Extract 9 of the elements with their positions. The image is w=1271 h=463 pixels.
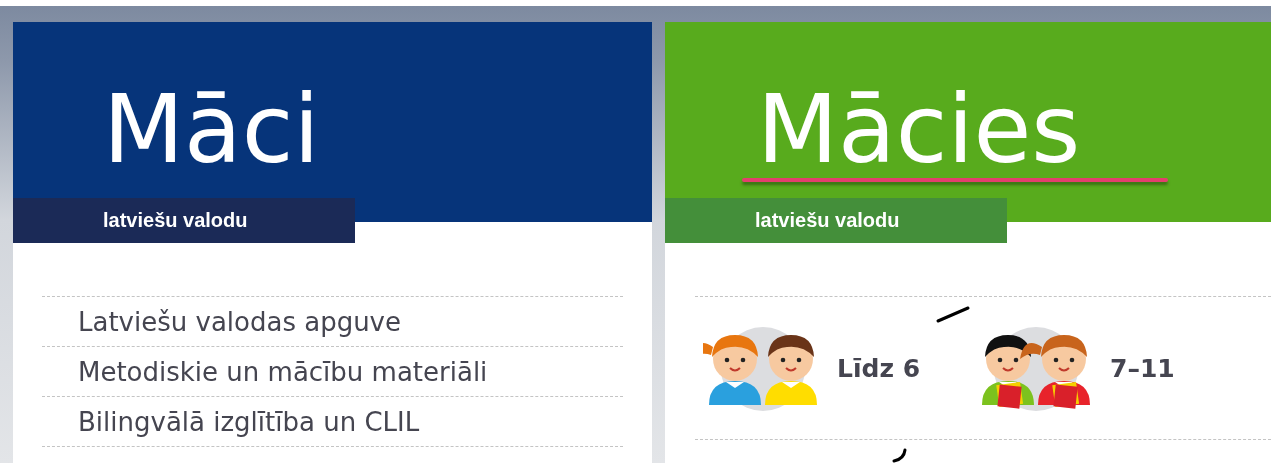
menu-link[interactable]: Metodiskie un mācību materiāli: [78, 356, 488, 387]
pen-stroke: [892, 448, 907, 463]
menu-link[interactable]: Latviešu valodas apguve: [78, 306, 401, 337]
site-title: Māci: [103, 80, 320, 180]
site-title: Mācies: [757, 80, 1081, 180]
age-group-link[interactable]: Līdz 6: [837, 353, 921, 383]
age-group-link[interactable]: 7–11: [1110, 353, 1175, 383]
pen-stroke: [936, 306, 970, 323]
menu-link[interactable]: Bilingvālā izglītība un CLIL: [78, 406, 420, 437]
